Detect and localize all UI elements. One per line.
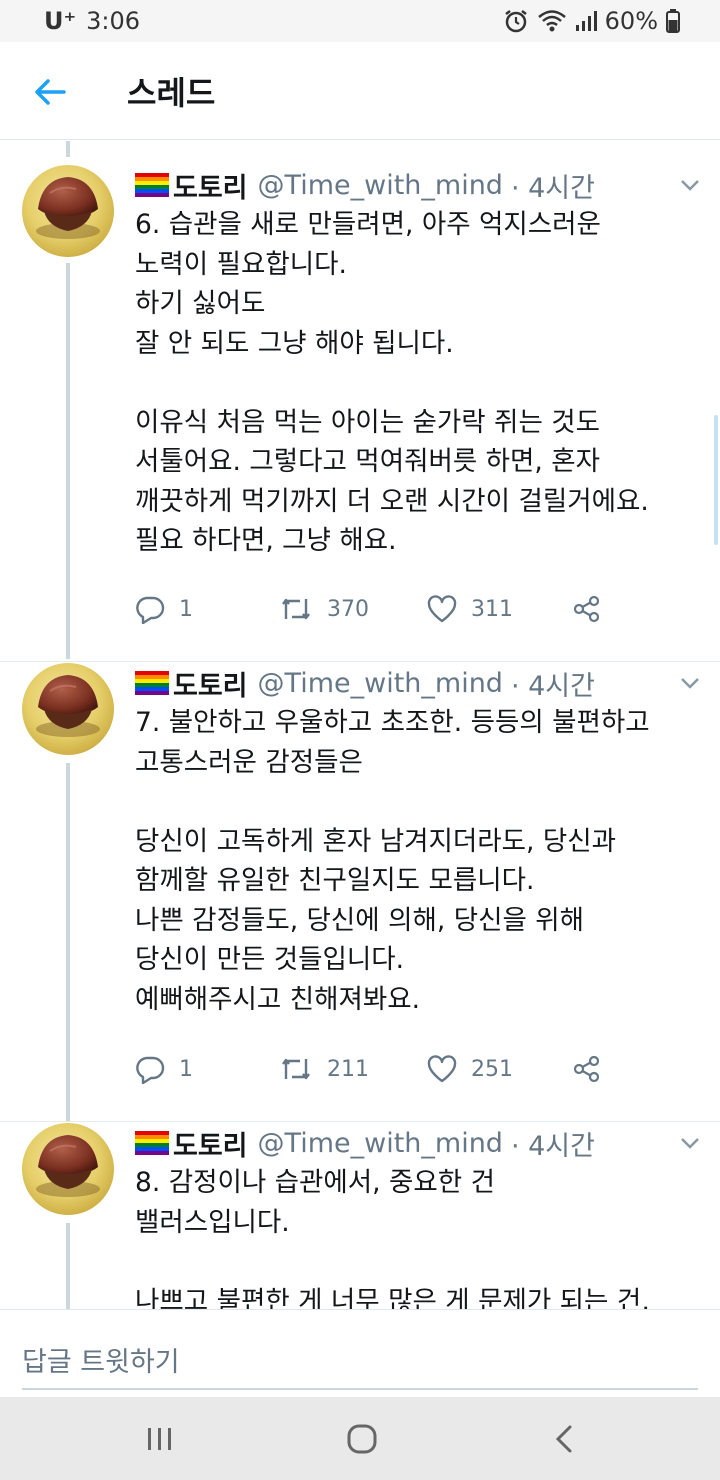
tweet-text: 8. 감정이나 습관에서, 중요한 건 밸러스입니다. 나쁘고 불편한 게 너무… <box>135 1163 705 1309</box>
tweet-line: 하기 싫어도 <box>135 288 266 319</box>
tweet-line: 잘 안 되도 그냥 해야 됩니다. <box>135 327 454 359</box>
tweet-line: 나쁜 감정들도, 당신에 의해, 당신을 위해 <box>135 904 585 936</box>
tweet-actions: 1 211 251 <box>135 1049 615 1089</box>
status-bar: U⁺ 3:06 60% <box>0 0 720 42</box>
tweet-divider <box>0 661 720 662</box>
home-icon[interactable] <box>340 1417 384 1461</box>
tweet-header: 도토리 @Time_with_mind · 4시간 <box>135 165 595 205</box>
system-nav-bar <box>0 1397 720 1480</box>
status-right: 60% <box>503 7 680 35</box>
tweet-line: 당신이 고독하게 혼자 남겨지더라도, 당신과 <box>135 825 616 857</box>
like-button[interactable]: 251 <box>427 1049 513 1089</box>
tweet-line: 노력이 필요합니다. <box>135 248 347 280</box>
tweet-line: 6. 습관을 새로 만들려면, 아주 억지스러운 <box>135 209 601 240</box>
alarm-icon <box>503 8 529 34</box>
page-title: 스레드 <box>127 74 216 112</box>
tweet-line <box>135 1242 705 1282</box>
tweet-line: 함께할 유일한 친구일지도 모릅니다. <box>135 865 535 896</box>
tweet[interactable]: 도토리 @Time_with_mind · 4시간 6. 습관을 새로 만들려면… <box>0 141 720 663</box>
scrollbar[interactable] <box>714 415 718 545</box>
tweet-text: 7. 불안하고 우울하고 초조한. 등등의 불편하고 고통스러운 감정들은 당신… <box>135 703 705 1019</box>
reply-count: 1 <box>179 596 193 622</box>
display-name[interactable]: 도토리 <box>173 1124 248 1163</box>
retweet-count: 211 <box>327 1056 369 1082</box>
wifi-icon <box>537 9 567 33</box>
tweet-actions: 1 370 311 <box>135 589 615 629</box>
reply-button[interactable]: 1 <box>135 589 193 629</box>
tweet-line <box>135 782 705 822</box>
reply-input[interactable]: 답글 트윗하기 <box>22 1340 180 1379</box>
tweet-line: 8. 감정이나 습관에서, 중요한 건 <box>135 1167 495 1198</box>
tweet-header: 도토리 @Time_with_mind · 4시간 <box>135 663 595 703</box>
tweet-line <box>135 363 705 403</box>
user-handle[interactable]: @Time_with_mind <box>258 1128 503 1159</box>
heart-icon <box>427 1055 457 1083</box>
rainbow-flag-icon <box>135 671 169 695</box>
share-icon <box>573 1055 600 1083</box>
retweet-count: 370 <box>327 596 369 622</box>
clock: 3:06 <box>86 7 141 35</box>
reply-composer: 답글 트윗하기 <box>0 1309 720 1397</box>
battery-percent: 60% <box>604 7 658 35</box>
signal-icon <box>575 10 597 32</box>
avatar[interactable] <box>22 1123 114 1215</box>
tweet-time: · 4시간 <box>510 670 595 702</box>
like-button[interactable]: 311 <box>427 589 513 629</box>
app-header: 스레드 <box>0 42 720 140</box>
carrier-label: U⁺ <box>44 7 77 35</box>
avatar[interactable] <box>22 165 114 257</box>
like-count: 311 <box>471 596 513 622</box>
tweet[interactable]: 도토리 @Time_with_mind · 4시간 7. 불안하고 우울하고 초… <box>0 663 720 1123</box>
tweet-text: 6. 습관을 새로 만들려면, 아주 억지스러운 노력이 필요합니다. 하기 싫… <box>135 205 705 561</box>
tweet-line: 서툴어요. 그렇다고 먹여줘버릇 하면, 혼자 <box>135 446 601 477</box>
user-handle[interactable]: @Time_with_mind <box>258 668 503 699</box>
tweet-time: · 4시간 <box>510 1130 595 1162</box>
back-arrow-icon[interactable] <box>30 72 70 112</box>
retweet-button[interactable]: 370 <box>279 589 369 629</box>
tweet-line: 당신이 만든 것들입니다. <box>135 944 405 975</box>
display-name[interactable]: 도토리 <box>173 664 248 703</box>
retweet-icon <box>282 1058 310 1080</box>
back-icon[interactable] <box>542 1417 586 1461</box>
tweet-line: 이유식 처음 먹는 아이는 숟가락 쥐는 것도 <box>135 406 601 438</box>
display-name[interactable]: 도토리 <box>173 166 248 205</box>
reply-icon <box>136 1056 165 1084</box>
reply-input-underline <box>22 1388 698 1390</box>
share-icon <box>573 595 600 623</box>
tweet-line: 고통스러운 감정들은 <box>135 746 363 778</box>
share-button[interactable] <box>573 1049 601 1089</box>
status-left: U⁺ 3:06 <box>44 7 140 35</box>
reply-button[interactable]: 1 <box>135 1049 193 1089</box>
tweet-line: 필요 하다면, 그냥 해요. <box>135 525 397 556</box>
chevron-down-icon[interactable] <box>676 1129 704 1157</box>
chevron-down-icon[interactable] <box>676 669 704 697</box>
tweet-line: 예뻐해주시고 친해져봐요. <box>135 983 421 1015</box>
tweet-time: · 4시간 <box>510 172 595 204</box>
rainbow-flag-icon <box>135 1131 169 1155</box>
tweet-line: 나쁘고 불편한 게 너무 많은 게 문제가 되는 건, <box>135 1285 650 1310</box>
tweet-line: 깨끗하게 먹기까지 더 오랜 시간이 걸릴거에요. <box>135 485 649 517</box>
tweet[interactable]: 도토리 @Time_with_mind · 4시간 8. 감정이나 습관에서, … <box>0 1123 720 1309</box>
rainbow-flag-icon <box>135 173 169 197</box>
thread-timeline[interactable]: 도토리 @Time_with_mind · 4시간 6. 습관을 새로 만들려면… <box>0 141 720 1309</box>
retweet-button[interactable]: 211 <box>279 1049 369 1089</box>
tweet-line: 7. 불안하고 우울하고 초조한. 등등의 불편하고 <box>135 707 650 738</box>
retweet-icon <box>282 598 310 620</box>
tweet-line: 밸러스입니다. <box>135 1206 290 1238</box>
like-count: 251 <box>471 1056 513 1082</box>
chevron-down-icon[interactable] <box>676 171 704 199</box>
user-handle[interactable]: @Time_with_mind <box>258 170 503 201</box>
battery-icon <box>666 9 680 33</box>
reply-count: 1 <box>179 1056 193 1082</box>
heart-icon <box>427 595 457 623</box>
tweet-divider <box>0 1121 720 1122</box>
reply-icon <box>136 596 165 624</box>
tweet-header: 도토리 @Time_with_mind · 4시간 <box>135 1123 595 1163</box>
recent-apps-icon[interactable] <box>138 1417 182 1461</box>
share-button[interactable] <box>573 589 601 629</box>
avatar[interactable] <box>22 663 114 755</box>
